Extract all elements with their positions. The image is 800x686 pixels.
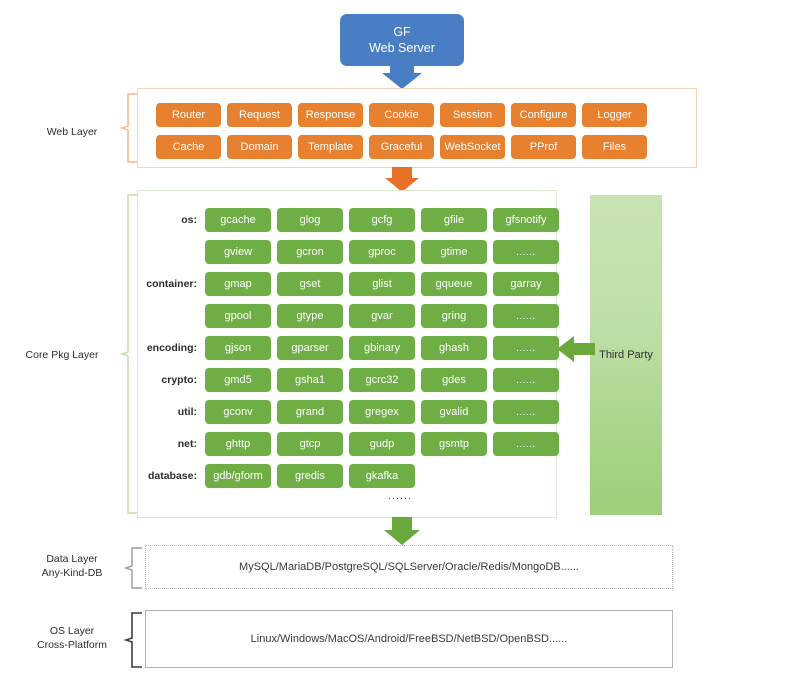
- web-pkg-pill[interactable]: Cookie: [369, 103, 434, 127]
- core-pkg-pill[interactable]: gproc: [349, 240, 415, 264]
- core-pkg-pill[interactable]: gcron: [277, 240, 343, 264]
- web-pkg-pill[interactable]: Cache: [156, 135, 221, 159]
- core-pkg-pill[interactable]: gset: [277, 272, 343, 296]
- core-pkg-pill[interactable]: gdb/gform: [205, 464, 271, 488]
- core-pkg-pill[interactable]: ......: [493, 336, 559, 360]
- web-pkg-pill[interactable]: Request: [227, 103, 292, 127]
- web-pkg-pill[interactable]: Router: [156, 103, 221, 127]
- gf-web-server-box: GF Web Server: [340, 14, 464, 66]
- core-pkg-pill[interactable]: ghttp: [205, 432, 271, 456]
- core-pkg-category-label: os:: [181, 214, 197, 226]
- third-party-label: Third Party: [599, 349, 653, 361]
- core-pkg-pill[interactable]: gtime: [421, 240, 487, 264]
- core-pkg-pill[interactable]: ......: [493, 368, 559, 392]
- core-pkg-pill[interactable]: grand: [277, 400, 343, 424]
- os-layer-label: OS Layer Cross-Platform: [12, 624, 132, 652]
- gf-web-server-title-line1: GF: [393, 25, 411, 39]
- core-pkg-pill[interactable]: ghash: [421, 336, 487, 360]
- web-layer-label: Web Layer: [12, 125, 132, 139]
- core-pkg-pill[interactable]: gregex: [349, 400, 415, 424]
- web-pkg-pill[interactable]: Files: [582, 135, 647, 159]
- gf-web-server-title-line2: Web Server: [369, 41, 435, 55]
- core-pkg-pill[interactable]: gconv: [205, 400, 271, 424]
- arrow-left-green-shaft: [573, 343, 595, 355]
- web-pkg-pill[interactable]: Domain: [227, 135, 292, 159]
- core-pkg-pill[interactable]: gmap: [205, 272, 271, 296]
- data-layer-label: Data Layer Any-Kind-DB: [12, 552, 132, 580]
- core-pkg-category-label: net:: [177, 438, 197, 450]
- core-pkg-footer-ellipsis: ......: [387, 490, 413, 502]
- core-pkg-pill[interactable]: ......: [493, 432, 559, 456]
- core-pkg-pill[interactable]: glist: [349, 272, 415, 296]
- data-layer-content: MySQL/MariaDB/PostgreSQL/SQLServer/Oracl…: [239, 561, 579, 573]
- core-pkg-pill[interactable]: gfile: [421, 208, 487, 232]
- data-layer-bracket: [123, 547, 142, 589]
- core-pkg-category-label: database:: [147, 470, 197, 482]
- arrow-down-green-icon: [384, 530, 420, 545]
- core-pkg-pill[interactable]: gview: [205, 240, 271, 264]
- arrow-left-green-icon: [557, 336, 574, 362]
- core-pkg-pill[interactable]: ......: [493, 400, 559, 424]
- architecture-diagram: GF Web Server Web Layer Router Request Res…: [0, 0, 800, 686]
- core-pkg-pill[interactable]: gcrc32: [349, 368, 415, 392]
- core-pkg-pill[interactable]: gjson: [205, 336, 271, 360]
- core-pkg-pill[interactable]: gkafka: [349, 464, 415, 488]
- core-pkg-pill[interactable]: gcfg: [349, 208, 415, 232]
- core-pkg-pill[interactable]: gsmtp: [421, 432, 487, 456]
- core-pkg-pill[interactable]: gcache: [205, 208, 271, 232]
- core-pkg-pill[interactable]: gtcp: [277, 432, 343, 456]
- core-pkg-category-label: crypto:: [161, 374, 197, 386]
- core-pkg-pill[interactable]: gredis: [277, 464, 343, 488]
- data-layer-label-line1: Data Layer: [46, 553, 98, 565]
- core-pkg-layer-label: Core Pkg Layer: [2, 348, 122, 362]
- web-layer-label-line1: Web Layer: [46, 126, 98, 138]
- core-pkg-pill[interactable]: gsha1: [277, 368, 343, 392]
- third-party-box: Third Party: [590, 195, 662, 515]
- data-layer-label-line2: Any-Kind-DB: [41, 567, 103, 579]
- web-pkg-pill[interactable]: WebSocket: [440, 135, 505, 159]
- core-pkg-pill[interactable]: gdes: [421, 368, 487, 392]
- web-pkg-pill[interactable]: Logger: [582, 103, 647, 127]
- core-pkg-pill[interactable]: gudp: [349, 432, 415, 456]
- core-pkg-layer-label-line1: Core Pkg Layer: [25, 349, 99, 361]
- web-pkg-pill[interactable]: Graceful: [369, 135, 434, 159]
- os-layer-label-line1: OS Layer: [49, 625, 95, 637]
- web-pkg-pill[interactable]: Session: [440, 103, 505, 127]
- data-layer-panel: MySQL/MariaDB/PostgreSQL/SQLServer/Oracl…: [145, 545, 673, 589]
- arrow-down-blue-icon: [382, 73, 422, 89]
- core-pkg-category-label: util:: [177, 406, 197, 418]
- core-pkg-category-label: encoding:: [146, 342, 197, 354]
- web-pkg-pill[interactable]: Response: [298, 103, 363, 127]
- core-pkg-pill[interactable]: gbinary: [349, 336, 415, 360]
- core-pkg-pill[interactable]: gvar: [349, 304, 415, 328]
- os-layer-bracket: [123, 612, 142, 668]
- core-pkg-pill[interactable]: gmd5: [205, 368, 271, 392]
- web-pkg-pill[interactable]: Template: [298, 135, 363, 159]
- core-pkg-pill[interactable]: ......: [493, 304, 559, 328]
- core-pkg-pill[interactable]: gqueue: [421, 272, 487, 296]
- web-pkg-pill[interactable]: Configure: [511, 103, 576, 127]
- core-pkg-pill[interactable]: gvalid: [421, 400, 487, 424]
- os-layer-panel: Linux/Windows/MacOS/Android/FreeBSD/NetB…: [145, 610, 673, 668]
- web-pkg-pill[interactable]: PProf: [511, 135, 576, 159]
- os-layer-content: Linux/Windows/MacOS/Android/FreeBSD/NetB…: [250, 633, 568, 645]
- core-pkg-category-label: container:: [146, 278, 197, 290]
- core-pkg-pill[interactable]: ......: [493, 240, 559, 264]
- core-pkg-pill[interactable]: glog: [277, 208, 343, 232]
- core-pkg-pill[interactable]: garray: [493, 272, 559, 296]
- core-pkg-pill[interactable]: gring: [421, 304, 487, 328]
- os-layer-label-line2: Cross-Platform: [36, 639, 107, 651]
- core-pkg-pill[interactable]: gpool: [205, 304, 271, 328]
- core-pkg-pill[interactable]: gtype: [277, 304, 343, 328]
- core-pkg-pill[interactable]: gfsnotify: [493, 208, 559, 232]
- core-pkg-pill[interactable]: gparser: [277, 336, 343, 360]
